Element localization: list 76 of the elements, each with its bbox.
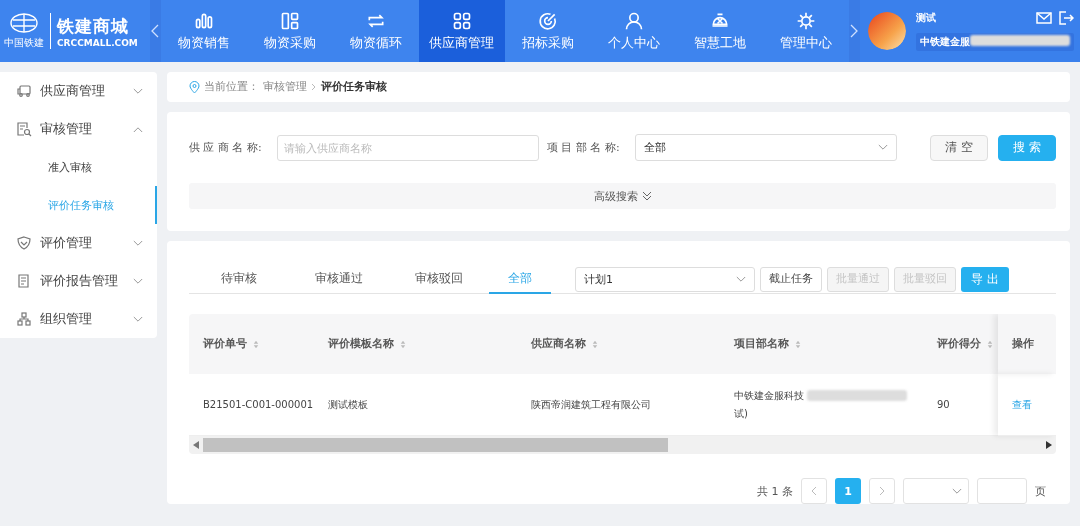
scroll-right-icon[interactable] (1046, 441, 1052, 449)
sort-icon[interactable] (400, 339, 406, 349)
sidebar-item[interactable]: 审核管理 (0, 110, 157, 148)
document-search-icon (16, 121, 32, 137)
nav-tab[interactable]: 智慧工地 (676, 0, 763, 62)
breadcrumb-current: 评价任务审核 (321, 80, 387, 94)
field-label: 项 目 部 名 称: (547, 140, 621, 155)
scrollbar-thumb[interactable] (203, 438, 668, 452)
user-name: 测试 (916, 11, 936, 25)
page-suffix: 页 (1035, 483, 1046, 499)
prev-page-button[interactable] (801, 478, 827, 504)
column-header[interactable]: 评价得分 (923, 314, 998, 374)
sort-icon[interactable] (253, 339, 259, 349)
nav-tab[interactable]: 管理中心 (762, 0, 849, 62)
double-chevron-icon (641, 191, 652, 201)
location-pin-icon (189, 80, 200, 94)
column-header[interactable]: 供应商名称 (517, 314, 720, 374)
page-size-select[interactable] (903, 478, 969, 504)
sidebar-subitem[interactable]: 准入审核 (0, 148, 157, 186)
avatar[interactable] (868, 12, 906, 50)
scroll-left-icon[interactable] (193, 441, 199, 449)
dropdown-icon (736, 275, 746, 283)
column-header[interactable]: 项目部名称 (720, 314, 923, 374)
logout-icon[interactable] (1058, 11, 1074, 25)
breadcrumb-link[interactable]: 审核管理 (263, 80, 307, 94)
sidebar-item[interactable]: 组织管理 (0, 300, 157, 338)
nav-tab[interactable]: 物资销售 (160, 0, 247, 62)
project-select[interactable]: 全部 (635, 134, 897, 161)
nav-tab[interactable]: 个人中心 (590, 0, 677, 62)
brand-domain: CRCCMALL.COM (57, 37, 138, 48)
supplier-name-field[interactable]: 请输入供应商名称 (277, 134, 539, 161)
plan-select[interactable]: 计划1 (575, 266, 755, 292)
sidebar-item[interactable]: 评价管理 (0, 224, 157, 262)
next-page-button[interactable] (869, 478, 895, 504)
mail-icon[interactable] (1036, 11, 1052, 25)
company-select[interactable]: 中铁建金服 (916, 33, 1074, 51)
status-tab[interactable]: 待审核 (189, 265, 289, 294)
sidebar-item[interactable]: 供应商管理 (0, 72, 157, 110)
truck-icon (16, 83, 32, 99)
chevron-left-icon (811, 486, 817, 496)
advanced-search-toggle[interactable]: 高级搜索 (189, 183, 1056, 209)
dropdown-icon (878, 144, 888, 151)
logo-emblem-icon (9, 12, 39, 34)
layout-icon (279, 10, 300, 31)
report-icon (16, 273, 32, 289)
nav-tab[interactable]: 供应商管理 (418, 0, 505, 62)
dropdown-icon (952, 487, 962, 495)
group-name: 中国铁建 (4, 36, 44, 50)
column-header[interactable]: 评价单号 (189, 314, 314, 374)
scroll-left-icon[interactable] (151, 24, 160, 38)
sidebar-item[interactable]: 评价报告管理 (0, 262, 157, 300)
shield-icon (16, 235, 32, 251)
brand-name: 铁建商城 (57, 14, 130, 38)
breadcrumb-label: 当前位置： (204, 80, 259, 94)
page-jump-field[interactable] (977, 478, 1027, 504)
sort-icon[interactable] (987, 339, 993, 349)
column-header[interactable]: 操作 (998, 314, 1056, 374)
nav-tab[interactable]: 物资采购 (246, 0, 333, 62)
column-header[interactable]: 评价模板名称 (314, 314, 517, 374)
chevron-right-icon (879, 486, 885, 496)
field-label: 供 应 商 名 称: (189, 140, 263, 155)
target-icon (537, 10, 558, 31)
settings-icon (795, 10, 816, 31)
separator-icon (311, 83, 317, 91)
user-icon (623, 10, 644, 31)
status-tab[interactable]: 审核驳回 (389, 265, 489, 294)
nav-tab[interactable]: 招标采购 (504, 0, 591, 62)
action-button[interactable]: 截止任务 (760, 266, 822, 292)
clear-button[interactable]: 清 空 (930, 134, 989, 161)
total-count: 共 1 条 (757, 483, 793, 499)
nav-tab[interactable]: 物资循环 (332, 0, 419, 62)
sort-icon[interactable] (592, 339, 598, 349)
grid-icon (451, 10, 472, 31)
sort-icon[interactable] (795, 339, 801, 349)
org-chart-icon (16, 311, 32, 327)
status-tab[interactable]: 审核通过 (289, 265, 389, 294)
